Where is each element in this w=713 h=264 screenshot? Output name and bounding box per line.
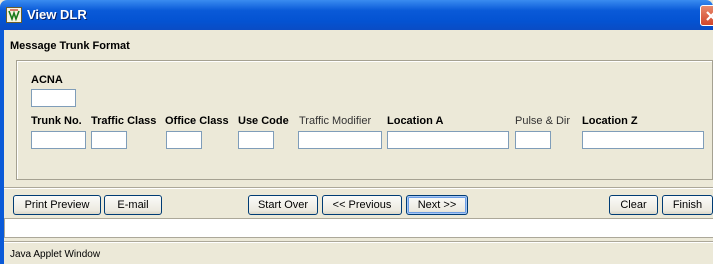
- window-title: View DLR: [27, 7, 87, 22]
- traffic-class-label: Traffic Class: [91, 115, 157, 127]
- status-message-field: [4, 218, 713, 238]
- app-icon[interactable]: [6, 7, 22, 23]
- next-button[interactable]: Next >>: [406, 195, 468, 215]
- acna-field[interactable]: [31, 89, 76, 107]
- trunk-no-field[interactable]: [31, 131, 86, 149]
- acna-label: ACNA: [31, 74, 63, 86]
- use-code-label: Use Code: [238, 115, 289, 127]
- use-code-field[interactable]: [238, 131, 274, 149]
- location-z-field[interactable]: [582, 131, 704, 149]
- section-title: Message Trunk Format: [10, 40, 130, 52]
- clear-button[interactable]: Clear: [609, 195, 658, 215]
- previous-button[interactable]: << Previous: [322, 195, 402, 215]
- office-class-label: Office Class: [165, 115, 229, 127]
- traffic-modifier-label: Traffic Modifier: [299, 115, 372, 127]
- close-icon: [706, 11, 713, 21]
- finish-button[interactable]: Finish: [662, 195, 713, 215]
- close-button[interactable]: [700, 5, 713, 26]
- location-a-field[interactable]: [387, 131, 509, 149]
- title-bar[interactable]: View DLR: [0, 0, 713, 30]
- trunk-no-label: Trunk No.: [31, 115, 82, 127]
- pulse-dir-field[interactable]: [515, 131, 551, 149]
- traffic-class-field[interactable]: [91, 131, 127, 149]
- location-z-label: Location Z: [582, 115, 638, 127]
- traffic-modifier-field[interactable]: [298, 131, 382, 149]
- print-preview-button[interactable]: Print Preview: [13, 195, 101, 215]
- location-a-label: Location A: [387, 115, 444, 127]
- office-class-field[interactable]: [166, 131, 202, 149]
- status-separator: [4, 241, 713, 243]
- pulse-dir-label: Pulse & Dir: [515, 115, 571, 127]
- email-button[interactable]: E-mail: [104, 195, 162, 215]
- start-over-button[interactable]: Start Over: [248, 195, 318, 215]
- applet-window-label: Java Applet Window: [10, 249, 101, 260]
- toolbar-separator: [4, 187, 713, 189]
